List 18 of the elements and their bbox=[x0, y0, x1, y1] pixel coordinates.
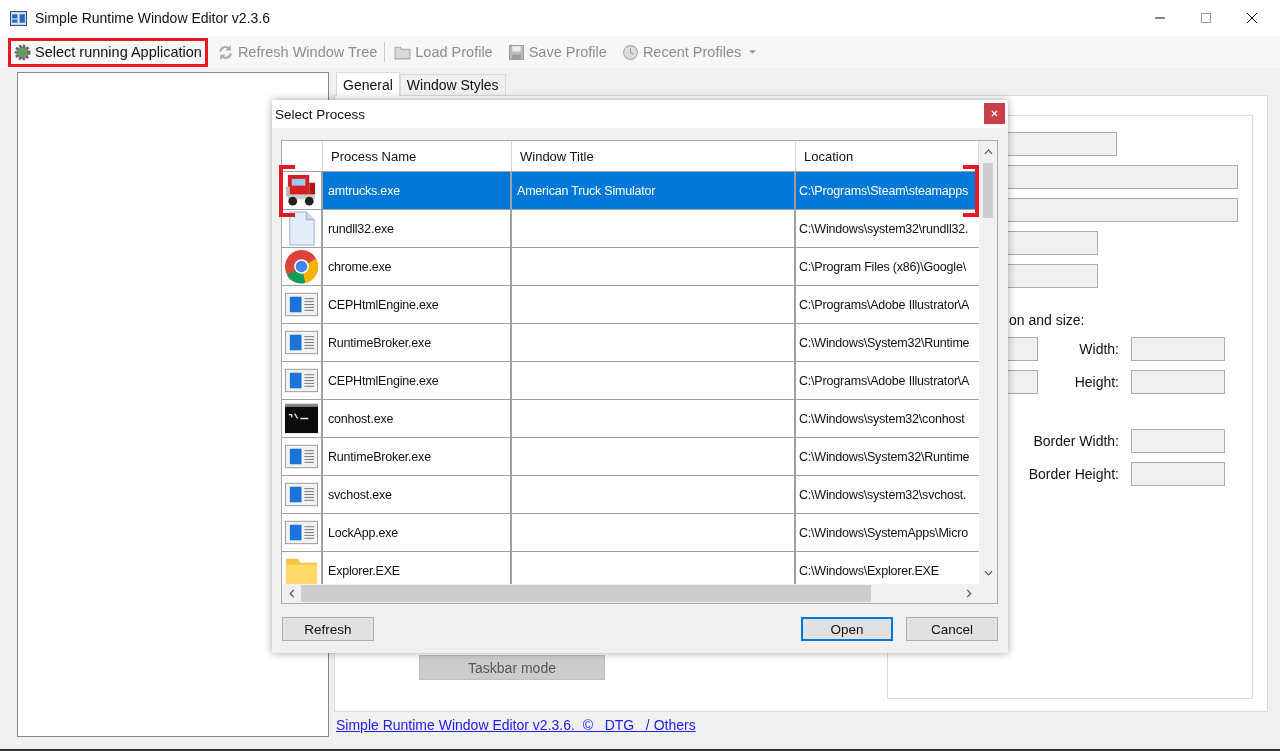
table-cell-text: C:\Windows\System32\Runtime bbox=[798, 448, 971, 466]
table-cell-text: C:\Windows\system32\rundll32. bbox=[798, 220, 970, 238]
table-cell-text: C:\Windows\SystemApps\Micro bbox=[798, 524, 969, 542]
field-label: Border Width: bbox=[1032, 433, 1119, 449]
table-cell-text: C:\Programs\Adobe Illustrator\A bbox=[798, 372, 971, 390]
table-cell-text: C:\Windows\system32\conhost bbox=[798, 410, 966, 428]
table-cell-text: C:\Windows\System32\Runtime bbox=[798, 334, 971, 352]
window-title: Simple Runtime Window Editor v2.3.6 bbox=[35, 10, 270, 26]
field-label: Width: bbox=[1078, 341, 1119, 357]
table-cell-text: C:\Program Files (x86)\Google\ bbox=[798, 258, 967, 276]
field-label: Border Height: bbox=[1027, 466, 1119, 482]
section-label: on and size: bbox=[1009, 312, 1086, 328]
dialog-title: Select Process bbox=[275, 106, 366, 122]
table-cell-text: C:\Programs\Steam\steamapps bbox=[798, 182, 969, 200]
table-cell-text: C:\Windows\system32\svchost. bbox=[798, 486, 968, 504]
table-cell-text: C:\Windows\Explorer.EXE bbox=[798, 562, 940, 580]
table-cell-text: C:\Programs\Adobe Illustrator\A bbox=[798, 296, 971, 314]
field-label: Height: bbox=[1073, 374, 1119, 390]
